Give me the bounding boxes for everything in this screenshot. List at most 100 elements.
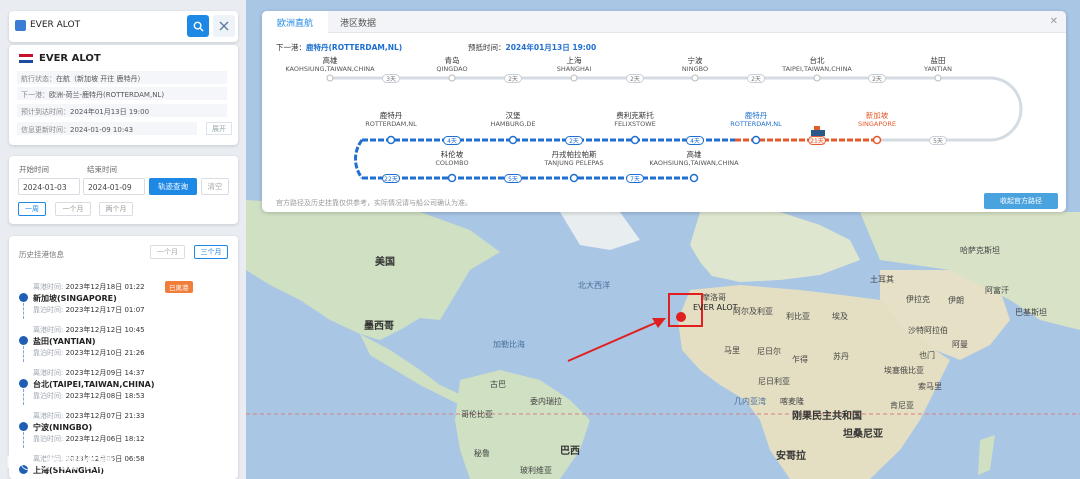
leg-days: 3天 [382,74,400,83]
anchor-icon [19,379,28,388]
map-label-kazakhstan: 哈萨克斯坦 [960,246,1000,255]
map-label-venezuela: 委内瑞拉 [530,397,562,406]
info-row-updated: 信息更新时间：2024-01-09 10:43 [17,122,197,135]
map-label-ethiopia: 埃塞俄比亚 [884,366,924,375]
route-port-en-current: ROTTERDAM,NL [730,120,782,128]
range-two-months[interactable]: 两个月 [99,202,133,216]
vessel-search-bar: EVER ALOT [9,11,238,42]
route-tabs: 欧洲直航 港区数据 ✕ [262,11,1066,33]
map-label-saudi: 沙特阿拉伯 [908,326,948,335]
ship-map-label: EVER ALOT [693,303,738,312]
route-port-en: QINGDAO [436,65,468,73]
route-port-en: ROTTERDAM,NL [365,120,417,128]
history-port-item[interactable]: 离港时间: 2023年12月09日 14:37 台北(TAIPEI,TAIWAN… [19,368,234,406]
track-query-button[interactable]: 轨迹查询 [149,178,197,195]
leg-days: 21天 [808,136,826,145]
next-port-line: 下一港：鹿特丹(ROTTERDAM,NL) [276,43,403,52]
range-one-month[interactable]: 一个月 [55,202,91,216]
map-label-colombia: 哥伦比亚 [461,410,493,419]
left-sidebar: EVER ALOT EVER ALOT 航行状态：在航（新加坡 开往 鹿特丹） … [0,0,246,479]
history-range-one-month[interactable]: 一个月 [150,245,185,259]
watermark-logo: K◎ 大掘哈镜 [6,453,115,473]
map-label-somalia: 索马里 [918,382,942,391]
map-label-cuba: 古巴 [490,380,506,389]
route-port-en: SHANGHAI [556,65,592,73]
map-label-angola: 安哥拉 [776,451,806,462]
map-label-oman: 阿曼 [952,340,968,349]
flag-icon [19,54,33,63]
search-button[interactable] [187,15,209,37]
leg-days: 2天 [747,74,765,83]
range-one-week[interactable]: 一周 [18,202,46,216]
history-port-item[interactable]: 离港时间: 2023年12月07日 21:33 宁波(NINGBO) 靠泊时间:… [19,411,234,449]
clear-button[interactable]: 清空 [201,178,229,195]
map-label-brazil: 巴西 [560,446,580,457]
map-label-bolivia: 玻利维亚 [520,466,552,475]
route-port-en: KAOHSIUNG,TAIWAN,CHINA [649,159,739,167]
map-label-tanzania: 坦桑尼亚 [843,429,883,440]
map-label-caribbean: 加勒比海 [493,340,525,349]
leg-days: 2天 [504,74,522,83]
leg-days: 4天 [443,136,461,145]
map-label-egypt: 埃及 [832,312,848,321]
route-diagram: 高雄 KAOHSIUNG,TAIWAN,CHINA 青岛 QINGDAO 上海 … [262,56,1066,190]
anchor-icon [19,422,28,431]
route-port-en: HAMBURG,DE [490,120,536,128]
route-port-en: FELIXSTOWE [614,120,656,128]
history-title: 历史挂港信息 [19,250,64,259]
port-history-card: 历史挂港信息 一个月 三个月 离港时间: 2023年12月18日 01:22 已… [9,236,238,479]
map-label-niger: 尼日尔 [757,347,781,356]
search-icon [193,21,204,32]
history-range-three-months[interactable]: 三个月 [194,245,228,259]
route-port-en: TAIPEI,TAIWAN,CHINA [782,65,852,73]
map-label-turkey: 土耳其 [870,275,894,284]
close-icon[interactable]: ✕ [1050,16,1058,27]
close-icon [219,21,229,31]
leg-days: 22天 [382,174,400,183]
tab-port-data[interactable]: 港区数据 [328,11,388,33]
anchor-icon [19,336,28,345]
history-port-item[interactable]: 离港时间: 2023年12月18日 01:22 已离港 新加坡(SINGAPOR… [19,281,234,320]
tab-europe-direct[interactable]: 欧洲直航 [262,11,328,33]
clear-search-button[interactable] [213,15,235,37]
map-label-iran: 伊朗 [948,296,964,305]
map-label-gulf: 几内亚湾 [734,397,766,406]
map-label-mexico: 墨西哥 [364,321,394,332]
map-label-algeria: 阿尔及利亚 [733,307,773,316]
disclaimer-note: 官方路径及历史挂靠仅供参考，实际情况请与船公司确认为准。 [276,199,472,207]
map-label-nigeria: 尼日利亚 [758,377,790,386]
collapse-official-route-button[interactable]: 收起官方路径 [984,193,1058,209]
info-row-status: 航行状态：在航（新加坡 开往 鹿特丹） [17,71,227,84]
leg-days: 2天 [868,74,886,83]
leg-days: 2天 [565,136,583,145]
vessel-search-input[interactable]: EVER ALOT [30,20,80,30]
route-port-en: COLOMBO [435,159,469,167]
route-port-en-departed: SINGAPORE [857,120,897,128]
map-label-usa: 美国 [375,257,395,268]
vessel-info-card: EVER ALOT 航行状态：在航（新加坡 开往 鹿特丹） 下一港：欧洲-荷兰-… [9,45,238,145]
map-label-morocco: 摩洛哥 [702,293,726,302]
map-label-cameroon: 喀麦隆 [780,397,804,406]
route-port-en: TANJUNG PELEPAS [544,159,604,167]
start-time-label: 开始时间 [19,165,49,174]
map-label-chad: 乍得 [792,355,808,364]
end-date-input[interactable]: 2024-01-09 [83,178,145,195]
vessel-name: EVER ALOT [39,53,101,64]
track-query-card: 开始时间 结束时间 2024-01-03 2024-01-09 轨迹查询 清空 … [9,156,238,224]
info-row-next-port: 下一港：欧洲-荷兰-鹿特丹(ROTTERDAM,NL) [17,87,227,100]
ship-marker-icon[interactable] [676,312,686,322]
route-port-en: NINGBO [681,65,709,73]
expand-button[interactable]: 展开 [206,122,232,135]
leg-days: 7天 [626,174,644,183]
leg-days: 2天 [626,74,644,83]
map-label-afghanistan: 阿富汗 [985,286,1009,295]
map-label-sudan: 苏丹 [833,352,849,361]
anchor-icon [19,293,28,302]
history-port-item[interactable]: 离港时间: 2023年12月12日 10:45 盐田(YANTIAN) 靠泊时间… [19,325,234,363]
leg-days: 5天 [929,136,947,145]
start-date-input[interactable]: 2024-01-03 [18,178,80,195]
route-panel: 欧洲直航 港区数据 ✕ 下一港：鹿特丹(ROTTERDAM,NL) 预抵时间：2… [262,11,1066,212]
route-port-en: YANTIAN [924,65,952,73]
info-row-eta: 预计到达时间：2024年01月13日 19:00 [17,104,227,117]
map-label-yemen: 也门 [919,351,935,360]
